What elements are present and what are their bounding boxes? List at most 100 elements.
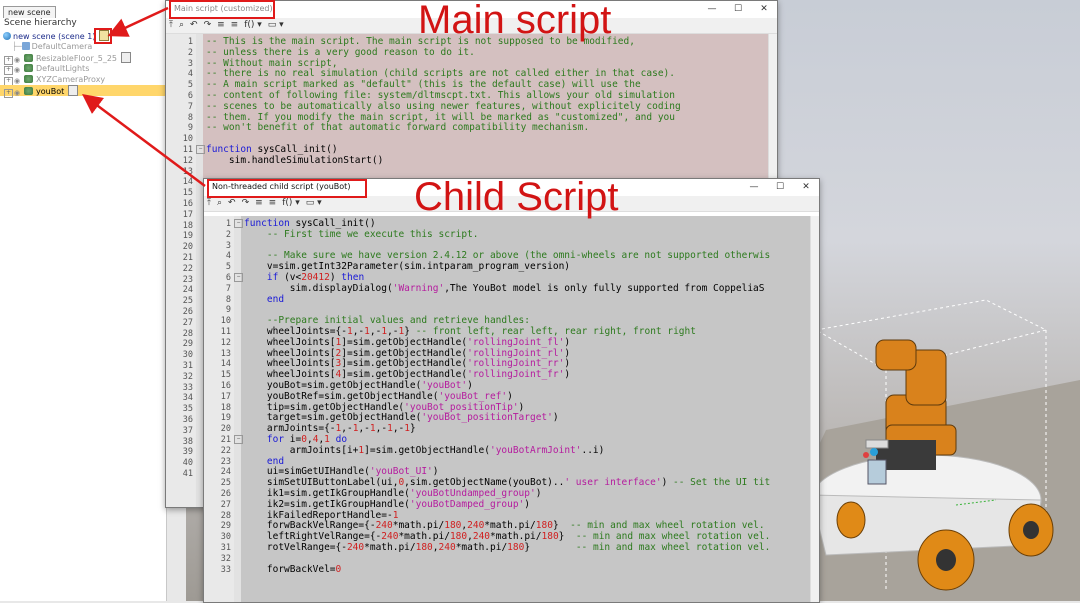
child-script-callout: Child Script <box>414 175 619 219</box>
line-number: 18 <box>182 220 193 231</box>
line-number: 33 <box>182 382 193 393</box>
search-icon[interactable]: ⌕ <box>217 198 222 208</box>
code-line: sim.handleSimulationStart() <box>206 154 384 166</box>
line-number: 7 <box>187 101 193 112</box>
tree-item-xyzcameraproxy[interactable]: + ◉ XYZCameraProxy <box>4 74 105 86</box>
line-number: 19 <box>182 231 193 242</box>
minimize-button[interactable]: — <box>741 179 767 195</box>
line-number: 41 <box>182 469 193 479</box>
snippet-menu[interactable]: ▭ ▾ <box>268 20 284 30</box>
tree-item-youbot[interactable]: + ◉ youBot <box>0 85 166 98</box>
line-number: 14 <box>182 177 193 188</box>
tree-item-defaultcamera[interactable]: ├─ DefaultCamera <box>12 41 92 52</box>
maximize-button[interactable]: ☐ <box>767 179 793 195</box>
function-menu[interactable]: f() ▾ <box>244 20 262 30</box>
snippet-menu[interactable]: ▭ ▾ <box>306 198 322 208</box>
line-number: 20 <box>220 424 231 435</box>
script-icon[interactable] <box>68 85 79 96</box>
close-button[interactable]: ✕ <box>793 179 819 195</box>
visibility-icon: ◉ <box>14 56 21 64</box>
line-number: 32 <box>182 371 193 382</box>
line-number: 4 <box>187 69 193 80</box>
scene-icon <box>3 32 11 40</box>
camera-icon <box>21 42 30 50</box>
line-number: 33 <box>220 564 231 575</box>
tree-item-defaultlights[interactable]: + ◉ DefaultLights <box>4 63 89 75</box>
maximize-button[interactable]: ☐ <box>725 1 751 17</box>
line-number: 22 <box>182 263 193 274</box>
code-line: -- First time we execute this script. <box>266 228 479 240</box>
undo-icon[interactable]: ↶ <box>190 20 198 30</box>
line-number: 6 <box>225 273 231 283</box>
unindent-icon[interactable]: ≡ <box>231 20 239 30</box>
line-number: 24 <box>182 285 193 296</box>
line-number: 15 <box>182 188 193 199</box>
child-script-editor[interactable]: 1 2 3 4 5 6 7 8 9 10 11 12 13 14 15 16 17 18 19 20 21 22 23 24 2… <box>204 216 819 602</box>
line-number: 10 <box>220 316 231 327</box>
tree-item-resizablefloor[interactable]: + ◉ ResizableFloor_5_25 <box>4 52 132 65</box>
line-number: 12 <box>220 337 231 348</box>
minimize-button[interactable]: — <box>699 1 725 17</box>
line-number: 16 <box>220 381 231 391</box>
line-number: 5 <box>187 80 193 91</box>
line-number: 2 <box>187 47 193 58</box>
line-number: 31 <box>220 543 231 553</box>
line-number: 30 <box>182 350 193 361</box>
indent-icon[interactable]: ≡ <box>217 20 225 30</box>
line-number: 8 <box>225 294 231 305</box>
line-number: 3 <box>187 58 193 69</box>
line-number: 17 <box>182 209 193 220</box>
expand-toggle[interactable]: + <box>4 89 13 98</box>
line-number: 24 <box>220 467 231 478</box>
line-number: 25 <box>182 296 193 307</box>
undo-icon[interactable]: ↶ <box>228 198 236 208</box>
scene-script-icon-highlight <box>94 28 112 44</box>
shape-icon <box>24 87 33 95</box>
line-number: 22 <box>220 445 231 456</box>
line-number: 15 <box>220 370 231 381</box>
upload-icon[interactable]: ⤒ <box>207 198 211 208</box>
scene-tab[interactable]: new scene <box>3 6 56 18</box>
line-number: 34 <box>182 393 193 404</box>
shape-icon <box>24 54 33 62</box>
line-number: 36 <box>182 415 193 425</box>
close-button[interactable]: ✕ <box>751 1 777 17</box>
code-line: armJoints[i+1]=sim.getObjectHandle('youB… <box>244 444 605 456</box>
line-number: 12 <box>182 155 193 166</box>
line-number: 32 <box>220 553 231 564</box>
redo-icon[interactable]: ↷ <box>242 198 250 208</box>
line-number: 16 <box>182 199 193 209</box>
unindent-icon[interactable]: ≡ <box>269 198 277 208</box>
line-number: 13 <box>220 348 231 359</box>
indent-icon[interactable]: ≡ <box>255 198 263 208</box>
line-number: 29 <box>182 339 193 350</box>
script-icon[interactable] <box>121 52 132 63</box>
line-number: 28 <box>220 510 231 521</box>
line-number: 21 <box>182 253 193 263</box>
redo-icon[interactable]: ↷ <box>204 20 212 30</box>
line-number-gutter: 1 2 3 4 5 6 7 8 9 10 11 12 13 14 15 16 17 18 19 20 21 22 23 24 2… <box>166 34 196 507</box>
line-number: 7 <box>225 283 231 294</box>
main-script-callout: Main script <box>418 0 612 42</box>
line-number: 30 <box>220 532 231 543</box>
line-number: 2 <box>225 229 231 240</box>
child-script-title-highlight <box>207 179 367 198</box>
function-menu[interactable]: f() ▾ <box>282 198 300 208</box>
search-icon[interactable]: ⌕ <box>179 20 184 30</box>
line-number: 20 <box>182 242 193 253</box>
line-number: 27 <box>220 499 231 510</box>
child-script-window[interactable]: Non-threaded child script (youBot) — ☐ ✕… <box>203 178 820 603</box>
scene-hierarchy-panel: new scene Scene hierarchy new scene (sce… <box>0 0 167 601</box>
line-number: 9 <box>225 305 231 316</box>
line-number: 31 <box>182 361 193 371</box>
line-number: 18 <box>220 402 231 413</box>
light-icon <box>24 64 33 72</box>
line-number: 37 <box>182 425 193 436</box>
code-line: rotVelRange={-240*math.pi/180,240*math.p… <box>244 542 771 553</box>
vertical-scrollbar[interactable] <box>810 216 819 602</box>
fold-margin: − − − <box>234 216 243 602</box>
code-lines: function sysCall_init() -- First time we… <box>241 216 811 602</box>
line-number: 26 <box>220 489 231 499</box>
main-script-title-highlight <box>169 0 275 19</box>
upload-icon[interactable]: ⤒ <box>169 20 173 30</box>
